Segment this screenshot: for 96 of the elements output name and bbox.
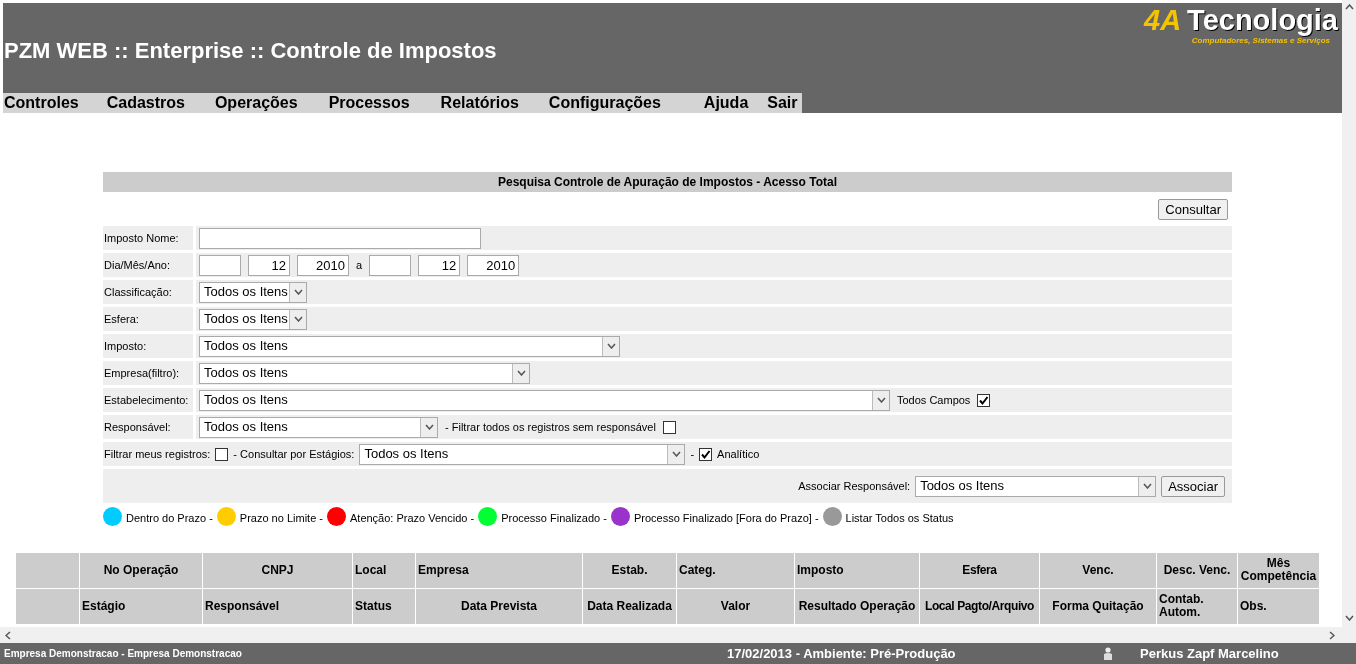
menu-item[interactable]: Controles: [3, 93, 79, 113]
column-header: Venc.: [1082, 563, 1114, 577]
field-label: - Consultar por Estágios:: [233, 446, 355, 462]
legend-label: Atenção: Prazo Vencido -: [350, 511, 475, 526]
scroll-left-icon[interactable]: [5, 630, 11, 640]
associate-button[interactable]: Associar: [1161, 475, 1225, 497]
dropdown[interactable]: Todos os Itens: [359, 443, 686, 465]
column-header: Responsável: [205, 599, 280, 613]
field-label: - Filtrar todos os registros sem responsável: [445, 419, 656, 435]
legend-label: Processo Finalizado [Fora do Prazo] -: [633, 511, 819, 526]
menu-item[interactable]: Ajuda: [702, 93, 749, 113]
column-header: Data Prevista: [460, 599, 537, 613]
panel-title: Pesquisa Controle de Apuração de Impostos - Acesso Total: [103, 172, 1232, 192]
field-label: Estabelecimento:: [104, 392, 189, 408]
caret-icon: [424, 424, 434, 430]
column-header: Empresa: [418, 563, 469, 577]
menu-item[interactable]: Sair: [766, 93, 798, 113]
vertical-scrollbar[interactable]: [1342, 0, 1356, 627]
input-field[interactable]: 12: [248, 254, 290, 276]
checkbox[interactable]: [699, 447, 713, 461]
field-label: Analítico: [717, 446, 760, 462]
field-label: a: [356, 257, 363, 273]
column-header: Imposto: [797, 563, 844, 577]
input-field[interactable]: 2010: [467, 254, 520, 276]
dropdown[interactable]: Todos os Itens: [199, 389, 890, 411]
column-header: Status: [355, 599, 392, 613]
dropdown[interactable]: Todos os Itens: [199, 335, 620, 357]
caret-icon: [671, 451, 681, 457]
caret-icon: [516, 370, 526, 376]
menu-item[interactable]: Cadastros: [105, 93, 185, 113]
logo-tagline: Computadores, Sistemas e Serviços: [1191, 36, 1331, 45]
column-header: Local: [355, 563, 387, 577]
user-icon: [1103, 646, 1113, 661]
caret-icon: [293, 289, 303, 295]
legend-label: Prazo no Limite -: [239, 511, 323, 526]
logo-text: Tecnologia: [1187, 4, 1338, 36]
legend-label: Processo Finalizado -: [501, 511, 607, 526]
column-header: CNPJ: [261, 563, 294, 577]
input-field[interactable]: [199, 254, 241, 276]
column-header: Data Realizada: [587, 599, 672, 613]
column-header: Mês Competência: [1240, 557, 1317, 583]
menu-item[interactable]: Processos: [327, 93, 410, 113]
checkbox[interactable]: [662, 420, 676, 434]
scroll-right-icon[interactable]: [1329, 630, 1335, 640]
caret-icon: [293, 316, 303, 322]
caret-icon: [1142, 483, 1152, 489]
column-header: Obs.: [1240, 599, 1267, 613]
page-title: PZM WEB :: Enterprise :: Controle de Impostos: [3, 37, 497, 65]
column-header: Esfera: [962, 563, 997, 577]
field-label: Dia/Mês/Ano:: [104, 257, 171, 273]
checkbox[interactable]: [215, 447, 229, 461]
dropdown[interactable]: Todos os Itens: [199, 281, 307, 303]
column-header: Categ.: [679, 563, 716, 577]
dropdown[interactable]: Todos os Itens: [199, 308, 307, 330]
column-header: Forma Quitação: [1052, 599, 1144, 613]
column-header: Desc. Venc.: [1163, 563, 1231, 577]
field-label: Filtrar meus registros:: [104, 446, 211, 462]
checkbox[interactable]: [977, 393, 991, 407]
field-label: Todos Campos: [897, 392, 971, 408]
scroll-up-icon[interactable]: [1344, 4, 1354, 10]
input-field[interactable]: [199, 227, 481, 249]
column-header: Local Pagto/Arquivo: [924, 599, 1035, 613]
field-label: Imposto:: [104, 338, 147, 354]
logo-text: 4A: [1144, 4, 1182, 36]
environment-info: 17/02/2013 - Ambiente: Pré-Produção: [727, 644, 957, 663]
field-label: Responsável:: [104, 419, 171, 435]
menu-item[interactable]: Relatórios: [439, 93, 519, 113]
legend-label: Dentro do Prazo -: [126, 511, 213, 526]
field-label: Classificação:: [104, 284, 172, 300]
field-label: Imposto Nome:: [104, 230, 179, 246]
caret-icon: [606, 343, 616, 349]
column-header: Estab.: [611, 563, 648, 577]
field-label: Associar Responsável:: [798, 478, 911, 494]
field-label: Esfera:: [104, 311, 139, 327]
input-field[interactable]: 12: [418, 254, 461, 276]
dropdown[interactable]: Todos os Itens: [199, 362, 530, 384]
company-name: Empresa Demonstracao - Empresa Demonstracao: [3, 647, 243, 661]
input-field[interactable]: 2010: [297, 254, 349, 276]
column-header: Valor: [720, 599, 751, 613]
caret-icon: [876, 397, 886, 403]
menu-item[interactable]: Configurações: [547, 93, 661, 113]
user-name: Perkus Zapf Marcelino: [1140, 644, 1279, 663]
column-header: No Operação: [103, 563, 179, 577]
column-header: Estágio: [82, 599, 126, 613]
field-label: -: [690, 446, 695, 462]
input-field[interactable]: [369, 254, 412, 276]
horizontal-scrollbar[interactable]: [0, 627, 1356, 643]
field-label: Empresa(filtro):: [104, 365, 180, 381]
legend-label: Listar Todos os Status: [845, 511, 954, 526]
scroll-down-icon[interactable]: [1344, 615, 1354, 621]
menu-item[interactable]: Operações: [213, 93, 298, 113]
dropdown[interactable]: Todos os Itens: [199, 416, 438, 438]
consult-button[interactable]: Consultar: [1158, 198, 1228, 220]
column-header: Contab. Autom.: [1159, 593, 1205, 619]
column-header: Resultado Operação: [798, 599, 916, 613]
dropdown[interactable]: Todos os Itens: [915, 475, 1157, 497]
